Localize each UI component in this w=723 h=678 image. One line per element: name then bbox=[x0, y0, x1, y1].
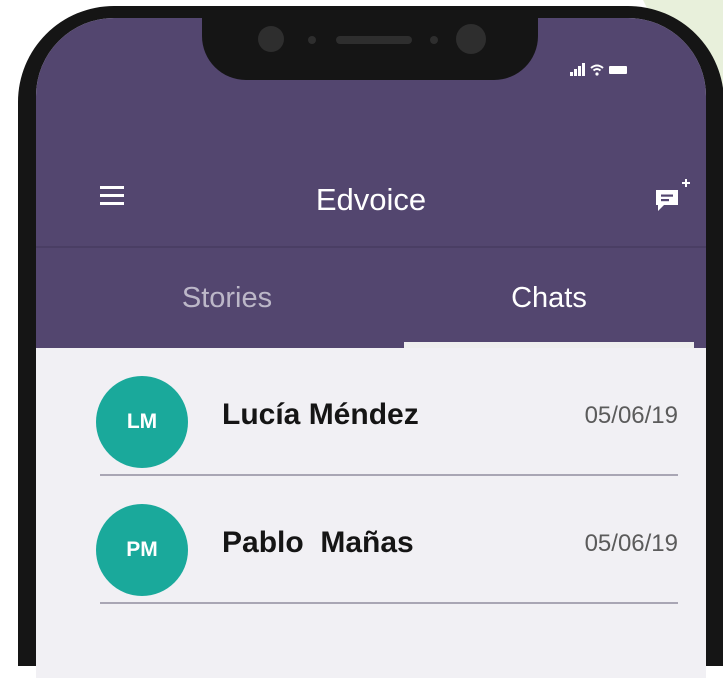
new-chat-icon[interactable] bbox=[654, 176, 694, 216]
battery-icon bbox=[609, 66, 627, 74]
status-bar bbox=[570, 62, 627, 76]
app-title: Edvoice bbox=[315, 182, 427, 217]
divider bbox=[100, 602, 678, 604]
phone-notch bbox=[202, 6, 538, 80]
avatar: PM bbox=[96, 504, 188, 596]
tab-chats[interactable]: Chats bbox=[404, 248, 694, 348]
chat-contact-name: Lucía Méndez bbox=[222, 398, 419, 431]
chat-list: LM Lucía Méndez 05/06/19 PM Pablo Mañas … bbox=[36, 348, 706, 604]
chat-date: 05/06/19 bbox=[584, 402, 678, 429]
phone-frame: Edvoice Stories Chats LM Lucía Méndez 05… bbox=[18, 6, 723, 678]
chat-list-item[interactable]: LM Lucía Méndez 05/06/19 bbox=[36, 348, 706, 476]
tab-bar: Stories Chats bbox=[36, 246, 706, 348]
chat-date: 05/06/19 bbox=[584, 530, 678, 557]
phone-screen: Edvoice Stories Chats LM Lucía Méndez 05… bbox=[36, 18, 706, 678]
chat-list-item[interactable]: PM Pablo Mañas 05/06/19 bbox=[36, 476, 706, 604]
chat-contact-name: Pablo Mañas bbox=[222, 526, 414, 559]
tab-stories[interactable]: Stories bbox=[82, 248, 372, 348]
avatar: LM bbox=[96, 376, 188, 468]
signal-icon bbox=[570, 63, 585, 76]
wifi-icon bbox=[590, 64, 604, 76]
